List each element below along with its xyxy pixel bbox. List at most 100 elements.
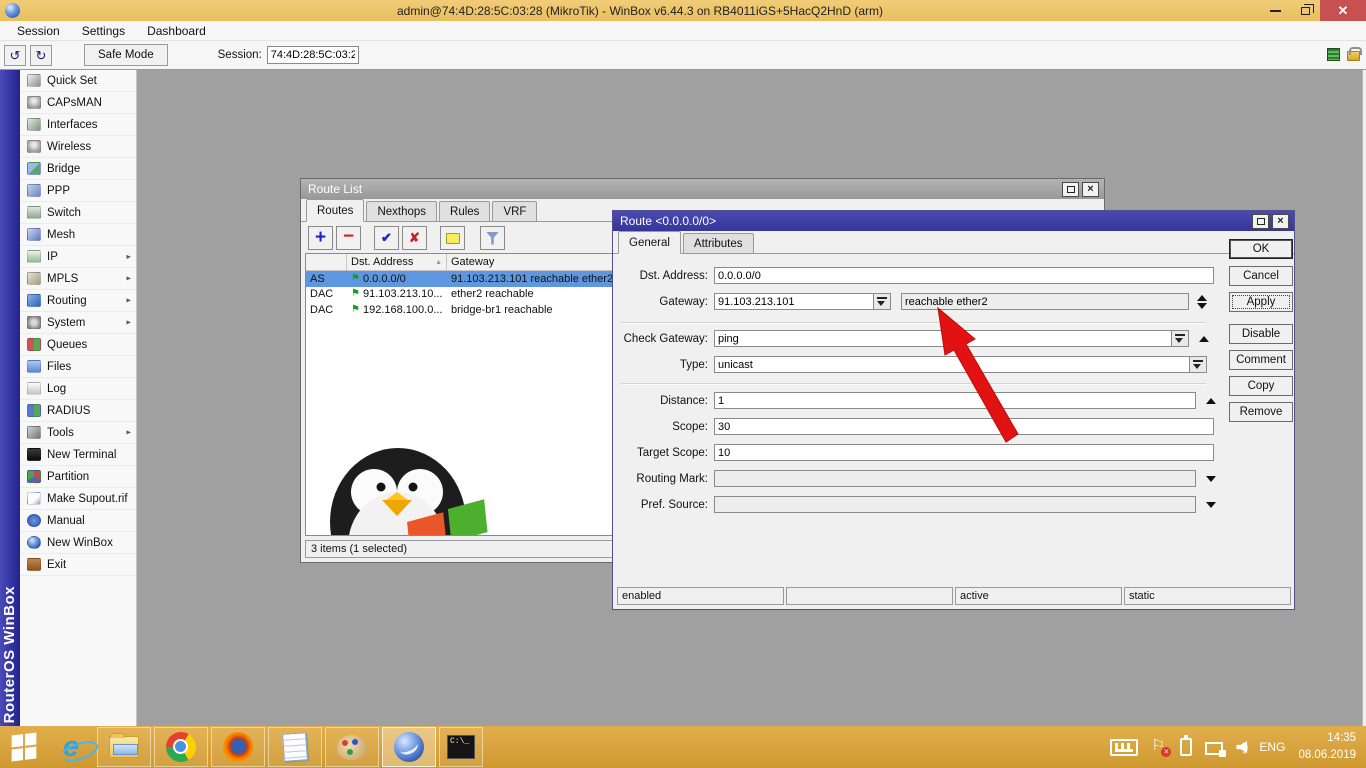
taskbar-notepad[interactable] [268,727,322,767]
apply-button[interactable]: Apply [1229,292,1293,312]
scope-input[interactable] [714,418,1214,435]
sidebar-item-radius[interactable]: RADIUS [20,400,136,422]
route-dst: 0.0.0.0/0 [363,273,406,285]
sidebar-item-manual[interactable]: Manual [20,510,136,532]
taskbar-paint[interactable] [325,727,379,767]
gateway-input[interactable] [714,293,874,310]
taskbar-chrome[interactable] [154,727,208,767]
type-input[interactable] [714,356,1190,373]
enable-route-button[interactable]: ✔ [374,226,399,250]
taskbar-winbox[interactable] [382,727,436,767]
start-button[interactable] [0,726,48,768]
clock[interactable]: 14:35 08.06.2019 [1298,730,1356,763]
tab-nexthops[interactable]: Nexthops [366,201,437,221]
redo-button[interactable]: ↻ [30,45,52,66]
comment-button[interactable] [440,226,465,250]
type-dropdown-icon[interactable] [1190,356,1207,373]
tab-routes[interactable]: Routes [306,199,364,222]
distance-input[interactable] [714,392,1196,409]
volume-control[interactable]: )) [1236,740,1246,754]
tab-rules[interactable]: Rules [439,201,490,221]
session-input[interactable] [267,46,359,64]
quick-set-icon [27,74,41,87]
tab-vrf[interactable]: VRF [492,201,537,221]
disable-route-button[interactable]: ✘ [402,226,427,250]
route-list-close-button[interactable]: × [1082,182,1099,197]
column-dst-address[interactable]: Dst. Address▲ [347,254,447,270]
restore-button[interactable] [1290,0,1320,21]
menu-settings[interactable]: Settings [71,24,136,38]
target-scope-input[interactable] [714,444,1214,461]
sidebar-item-label: Exit [47,559,131,571]
sidebar-item-label: New Terminal [47,449,131,461]
partition-icon [27,470,41,483]
remove-route-button[interactable]: − [336,226,361,250]
comment-button[interactable]: Comment [1229,350,1293,370]
sidebar-item-make-supout[interactable]: Make Supout.rif [20,488,136,510]
filter-button[interactable] [480,226,505,250]
sidebar-item-system[interactable]: System▸ [20,312,136,334]
gateway-add-remove-stepper[interactable] [1195,293,1208,310]
ok-button[interactable]: OK [1229,239,1293,259]
taskbar-firefox[interactable] [211,727,265,767]
sidebar-item-new-terminal[interactable]: New Terminal [20,444,136,466]
sidebar-item-queues[interactable]: Queues [20,334,136,356]
gateway-dropdown-icon[interactable] [874,293,891,310]
menu-session[interactable]: Session [6,24,71,38]
language-indicator[interactable]: ENG [1259,740,1285,754]
sidebar-item-routing[interactable]: Routing▸ [20,290,136,312]
minimize-button[interactable] [1260,0,1290,21]
sidebar-item-quick-set[interactable]: Quick Set [20,70,136,92]
check-gateway-dropdown-icon[interactable] [1172,330,1189,347]
collapse-arrow-icon[interactable] [1206,398,1216,404]
expand-arrow-icon[interactable] [1206,502,1216,508]
pref-source-input[interactable] [714,496,1196,513]
undo-button[interactable]: ↺ [4,45,26,66]
dialog-close-button[interactable]: × [1272,214,1289,229]
sidebar-item-mesh[interactable]: Mesh [20,224,136,246]
sidebar-item-bridge[interactable]: Bridge [20,158,136,180]
sidebar-item-switch[interactable]: Switch [20,202,136,224]
taskbar-internet-explorer[interactable]: e [48,727,94,767]
sidebar-item-tools[interactable]: Tools▸ [20,422,136,444]
dialog-maximize-button[interactable] [1252,214,1269,229]
sidebar-item-partition[interactable]: Partition [20,466,136,488]
sidebar-item-interfaces[interactable]: Interfaces [20,114,136,136]
disable-button[interactable]: Disable [1229,324,1293,344]
check-gateway-input[interactable] [714,330,1172,347]
taskbar-cmd[interactable] [439,727,483,767]
network-icon[interactable] [1205,742,1223,755]
sidebar-item-mpls[interactable]: MPLS▸ [20,268,136,290]
route-dialog-titlebar[interactable]: Route <0.0.0.0/0> × [613,211,1294,231]
usb-device-icon[interactable] [1180,738,1192,756]
sidebar-item-new-winbox[interactable]: New WinBox [20,532,136,554]
add-route-button[interactable]: + [308,226,333,250]
maximize-icon [1257,218,1265,225]
tab-general[interactable]: General [618,231,681,254]
sidebar-item-capsman[interactable]: CAPsMAN [20,92,136,114]
taskbar-file-explorer[interactable] [97,727,151,767]
close-button[interactable]: ✕ [1320,0,1366,21]
route-list-maximize-button[interactable] [1062,182,1079,197]
sidebar-item-ip[interactable]: IP▸ [20,246,136,268]
menu-dashboard[interactable]: Dashboard [136,24,217,38]
sidebar-item-exit[interactable]: Exit [20,554,136,576]
collapse-arrow-icon[interactable] [1199,336,1209,342]
sidebar-item-log[interactable]: Log [20,378,136,400]
sidebar-item-wireless[interactable]: Wireless [20,136,136,158]
scope-label: Scope: [613,421,708,433]
safe-mode-button[interactable]: Safe Mode [84,44,168,66]
sidebar-item-files[interactable]: Files [20,356,136,378]
routing-mark-input[interactable] [714,470,1196,487]
sidebar-item-ppp[interactable]: PPP [20,180,136,202]
tab-attributes[interactable]: Attributes [683,233,754,253]
expand-arrow-icon[interactable] [1206,476,1216,482]
touch-keyboard-icon[interactable] [1110,739,1138,756]
column-flags[interactable] [306,254,347,270]
copy-button[interactable]: Copy [1229,376,1293,396]
route-list-titlebar[interactable]: Route List × [301,179,1104,199]
dst-address-input[interactable] [714,267,1214,284]
remove-button[interactable]: Remove [1229,402,1293,422]
action-center-flag-icon[interactable]: ⚐ [1151,738,1167,756]
cancel-button[interactable]: Cancel [1229,266,1293,286]
